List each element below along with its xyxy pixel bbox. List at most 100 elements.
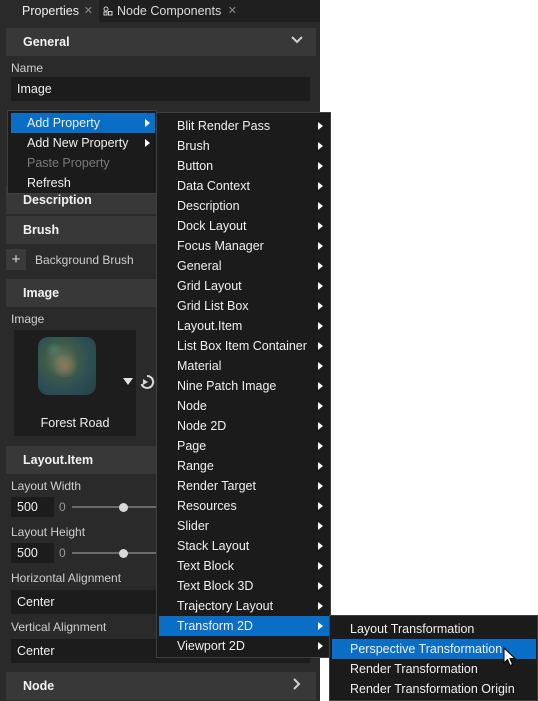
submenu-item-render-transformation-origin[interactable]: Render Transformation Origin xyxy=(332,679,536,699)
menu-item-add-new-property[interactable]: Add New Property xyxy=(11,133,155,153)
submenu-item-layout-transformation[interactable]: Layout Transformation xyxy=(332,619,536,639)
layout-height-slider-thumb[interactable] xyxy=(119,549,128,558)
submenu-item-description[interactable]: Description xyxy=(159,196,329,216)
section-brush-title: Brush xyxy=(23,223,60,237)
section-general[interactable]: General xyxy=(6,28,316,56)
submenu-item-general[interactable]: General xyxy=(159,256,329,276)
submenu-item-label: Text Block xyxy=(177,559,234,573)
section-image-title: Image xyxy=(23,286,60,300)
submenu-item-brush[interactable]: Brush xyxy=(159,136,329,156)
caret-right-icon xyxy=(318,402,323,410)
submenu-item-label: Material xyxy=(177,359,222,373)
submenu-item-label: Blit Render Pass xyxy=(177,119,271,133)
submenu-item-transform-2d[interactable]: Transform 2D xyxy=(159,616,329,636)
submenu-item-label: Render Target xyxy=(177,479,256,493)
tab-node-components-label: Node Components xyxy=(117,4,222,18)
caret-down-icon[interactable] xyxy=(123,378,133,386)
tab-node-components[interactable]: Node Components ✕ xyxy=(99,0,249,22)
submenu-item-page[interactable]: Page xyxy=(159,436,329,456)
caret-right-icon xyxy=(318,122,323,130)
submenu-item-trajectory-layout[interactable]: Trajectory Layout xyxy=(159,596,329,616)
close-icon[interactable]: ✕ xyxy=(228,4,237,17)
submenu-item-label: Dock Layout xyxy=(177,219,247,233)
submenu-item-label: Grid List Box xyxy=(177,299,249,313)
caret-right-icon xyxy=(318,462,323,470)
menu-item-label: Refresh xyxy=(27,176,71,190)
layout-height-slider-track[interactable] xyxy=(72,552,162,554)
submenu-item-material[interactable]: Material xyxy=(159,356,329,376)
menu-item-label: Paste Property xyxy=(27,156,110,170)
submenu-item-blit-render-pass[interactable]: Blit Render Pass xyxy=(159,116,329,136)
submenu-item-range[interactable]: Range xyxy=(159,456,329,476)
submenu-item-node[interactable]: Node xyxy=(159,396,329,416)
submenu-item-grid-list-box[interactable]: Grid List Box xyxy=(159,296,329,316)
submenu-item-list-box-item-container[interactable]: List Box Item Container xyxy=(159,336,329,356)
caret-right-icon xyxy=(318,562,323,570)
submenu-item-text-block[interactable]: Text Block xyxy=(159,556,329,576)
image-label: Image xyxy=(11,312,45,326)
submenu-item-layout-item[interactable]: Layout.Item xyxy=(159,316,329,336)
caret-right-icon xyxy=(318,622,323,630)
submenu-item-label: Transform 2D xyxy=(177,619,253,633)
layout-width-slider-thumb[interactable] xyxy=(119,503,128,512)
submenu-item-label: Render Transformation Origin xyxy=(350,682,515,696)
chevron-down-icon[interactable] xyxy=(290,33,304,47)
submenu-item-text-block-3d[interactable]: Text Block 3D xyxy=(159,576,329,596)
caret-right-icon xyxy=(318,322,323,330)
layout-width-label: Layout Width xyxy=(11,479,82,493)
name-label: Name xyxy=(11,61,44,75)
submenu-item-dock-layout[interactable]: Dock Layout xyxy=(159,216,329,236)
submenu-item-button[interactable]: Button xyxy=(159,156,329,176)
submenu-item-data-context[interactable]: Data Context xyxy=(159,176,329,196)
layout-width-field[interactable]: 500 xyxy=(11,497,54,517)
submenu-item-grid-layout[interactable]: Grid Layout xyxy=(159,276,329,296)
chevron-right-icon[interactable] xyxy=(290,677,304,691)
menu-item-paste-property: Paste Property xyxy=(11,153,155,173)
submenu-item-viewport-2d[interactable]: Viewport 2D xyxy=(159,636,329,656)
reset-arrow-icon[interactable] xyxy=(139,374,155,390)
menu-item-label: Add New Property xyxy=(27,136,129,150)
caret-right-icon xyxy=(318,302,323,310)
section-layout-item-title: Layout.Item xyxy=(23,453,94,467)
caret-right-icon xyxy=(318,362,323,370)
submenu-item-stack-layout[interactable]: Stack Layout xyxy=(159,536,329,556)
close-icon[interactable]: ✕ xyxy=(84,4,93,17)
submenu-item-label: List Box Item Container xyxy=(177,339,307,353)
submenu-item-label: Layout.Item xyxy=(177,319,243,333)
layout-width-slider-track[interactable] xyxy=(72,506,162,508)
caret-right-icon xyxy=(318,582,323,590)
image-thumbnail xyxy=(38,337,96,395)
submenu-item-label: General xyxy=(177,259,222,273)
submenu-item-label: Perspective Transformation xyxy=(350,642,503,656)
submenu-item-label: Render Transformation xyxy=(350,662,478,676)
layout-height-field[interactable]: 500 xyxy=(11,543,54,563)
background-brush-label: Background Brush xyxy=(35,253,134,267)
add-background-brush-button[interactable]: + xyxy=(6,249,26,270)
image-picker[interactable]: Forest Road xyxy=(14,330,136,436)
section-node[interactable]: Node xyxy=(6,672,316,700)
submenu-item-label: Resources xyxy=(177,499,237,513)
submenu-item-resources[interactable]: Resources xyxy=(159,496,329,516)
tab-properties[interactable]: Properties ✕ xyxy=(0,0,99,22)
tab-properties-label: Properties xyxy=(22,4,79,18)
submenu-item-node-2d[interactable]: Node 2D xyxy=(159,416,329,436)
context-menu: Add Property Add New Property Paste Prop… xyxy=(7,110,157,194)
submenu-item-label: Text Block 3D xyxy=(177,579,254,593)
caret-right-icon xyxy=(318,382,323,390)
submenu-item-render-target[interactable]: Render Target xyxy=(159,476,329,496)
node-components-icon xyxy=(103,6,113,16)
caret-right-icon xyxy=(318,182,323,190)
name-field[interactable]: Image xyxy=(11,77,310,101)
tab-bar: Properties ✕ Node Components ✕ xyxy=(0,0,320,22)
submenu-item-nine-patch-image[interactable]: Nine Patch Image xyxy=(159,376,329,396)
menu-item-add-property[interactable]: Add Property xyxy=(11,113,155,133)
menu-item-refresh[interactable]: Refresh xyxy=(11,173,155,193)
layout-height-min: 0 xyxy=(59,546,66,560)
caret-right-icon xyxy=(318,222,323,230)
submenu-item-slider[interactable]: Slider xyxy=(159,516,329,536)
caret-right-icon xyxy=(318,162,323,170)
submenu-item-label: Trajectory Layout xyxy=(177,599,274,613)
section-description-title: Description xyxy=(23,193,92,207)
caret-right-icon xyxy=(318,442,323,450)
submenu-item-focus-manager[interactable]: Focus Manager xyxy=(159,236,329,256)
